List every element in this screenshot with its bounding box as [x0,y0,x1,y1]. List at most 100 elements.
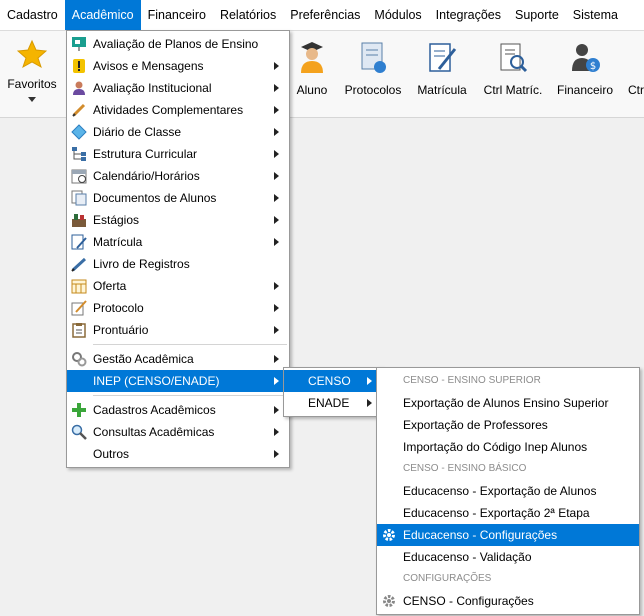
menu-item-label: ENADE [308,396,350,410]
menu-item-estrutura[interactable]: Estrutura Curricular [67,143,289,165]
financeiro-button[interactable]: $ Financeiro [552,31,618,117]
menu-item-label: Protocolo [93,301,144,315]
menu-item-exportacao-alunos-superior[interactable]: Exportação de Alunos Ensino Superior [377,392,639,414]
menu-financeiro[interactable]: Financeiro [141,0,213,30]
section-header-configuracoes: CONFIGURAÇÕES [403,573,492,584]
ctrl-matric-button[interactable]: Ctrl Matríc. [478,31,548,117]
ctrl-matric-label: Ctrl Matríc. [483,83,543,97]
menu-item-diario[interactable]: Diário de Classe [67,121,289,143]
gear-icon [381,593,397,609]
menu-item-educacenso-exportacao-alunos[interactable]: Educacenso - Exportação de Alunos [377,480,639,502]
menu-item-label: Prontuário [93,323,149,337]
menu-item-documentos[interactable]: Documentos de Alunos [67,187,289,209]
submenu-arrow-icon [367,399,372,407]
menu-item-censo-configuracoes[interactable]: CENSO - Configurações [377,590,639,612]
academico-menu: Avaliação de Planos de Ensino Avisos e M… [66,30,290,468]
matricula-label: Matrícula [417,83,467,97]
aluno-button[interactable]: Aluno [290,31,334,117]
menu-item-matricula[interactable]: Matrícula [67,231,289,253]
submenu-arrow-icon [274,282,279,290]
menu-item-label: Exportação de Alunos Ensino Superior [403,396,609,410]
hierarchy-icon [71,146,87,162]
menu-item-label: CENSO [308,374,351,388]
menu-item-educacenso-validacao[interactable]: Educacenso - Validação [377,546,639,568]
menu-preferencias[interactable]: Preferências [283,0,367,30]
menu-item-label: Consultas Acadêmicas [93,425,215,439]
financeiro-label: Financeiro [556,83,614,97]
menu-sistema[interactable]: Sistema [566,0,625,30]
submenu-arrow-icon [274,128,279,136]
menu-item-label: Avaliação Institucional [93,81,212,95]
menu-item-avisos[interactable]: Avisos e Mensagens [67,55,289,77]
menu-academico[interactable]: Acadêmico [64,0,141,30]
menu-item-label: Oferta [93,279,127,293]
menu-item-atividades[interactable]: Atividades Complementares [67,99,289,121]
calendar-icon [71,168,87,184]
menu-suporte[interactable]: Suporte [508,0,566,30]
menu-item-educacenso-exportacao-2-etapa[interactable]: Educacenso - Exportação 2ª Etapa [377,502,639,524]
menu-item-calendario[interactable]: Calendário/Horários [67,165,289,187]
menu-item-protocolo[interactable]: Protocolo [67,297,289,319]
censo-submenu: CENSO - ENSINO SUPERIOR Exportação de Al… [376,367,640,615]
protocolos-label: Protocolos [344,83,402,97]
menu-item-label: Estrutura Curricular [93,147,198,161]
gears-icon [71,351,87,367]
menu-item-enade[interactable]: ENADE [284,392,382,414]
submenu-arrow-icon [274,62,279,70]
submenu-arrow-icon [274,84,279,92]
menu-modulos[interactable]: Módulos [367,0,428,30]
menu-item-avaliacao-institucional[interactable]: Avaliação Institucional [67,77,289,99]
menu-item-importacao-codigo-inep[interactable]: Importação do Código Inep Alunos [377,436,639,458]
gear-icon [381,527,397,543]
menu-item-livro-registros[interactable]: Livro de Registros [67,253,289,275]
menu-item-label: Avisos e Mensagens [93,59,204,73]
menu-item-label: Documentos de Alunos [93,191,217,205]
menu-item-label: Exportação de Professores [403,418,548,432]
presentation-board-icon [71,36,87,52]
menu-integracoes[interactable]: Integrações [429,0,508,30]
menu-item-outros[interactable]: Outros [67,443,289,465]
finance-person-icon: $ [570,41,600,78]
submenu-arrow-icon [274,450,279,458]
favoritos-label: Favoritos [7,77,57,91]
submenu-arrow-icon [274,406,279,414]
pen-paper-icon [71,300,87,316]
submenu-arrow-icon [274,172,279,180]
menu-cadastro[interactable]: Cadastro [0,0,65,30]
clipboard-icon [71,322,87,338]
menu-item-inep[interactable]: INEP (CENSO/ENADE) [67,370,289,392]
menu-item-prontuario[interactable]: Prontuário [67,319,289,341]
menu-item-exportacao-professores[interactable]: Exportação de Professores [377,414,639,436]
favoritos-button[interactable]: Favoritos [0,31,64,117]
grid-calendar-icon [71,278,87,294]
menu-item-censo[interactable]: CENSO [284,370,382,392]
menu-item-educacenso-configuracoes[interactable]: Educacenso - Configurações [377,524,639,546]
menu-item-label: Matrícula [93,235,143,249]
edit-form-icon [71,234,87,250]
menu-item-label: Calendário/Horários [93,169,200,183]
menu-item-label: Importação do Código Inep Alunos [403,440,588,454]
menu-item-gestao[interactable]: Gestão Acadêmica [67,348,289,370]
inep-submenu: CENSO ENADE [283,367,383,417]
protocol-document-icon [358,41,388,78]
menu-item-label: Outros [93,447,130,461]
menu-item-label: Atividades Complementares [93,103,244,117]
menu-item-label: Educacenso - Exportação 2ª Etapa [403,506,590,520]
diamond-icon [71,124,87,140]
magnifier-icon [71,424,87,440]
menu-item-label: Gestão Acadêmica [93,352,194,366]
menu-item-label: Livro de Registros [93,257,190,271]
menu-item-avaliacao-planos[interactable]: Avaliação de Planos de Ensino [67,33,289,55]
menu-item-consultas-academicas[interactable]: Consultas Acadêmicas [67,421,289,443]
chevron-down-icon [28,97,36,102]
matricula-button[interactable]: Matrícula [412,31,472,117]
ctrl-partial-button[interactable]: Ctr [624,31,644,117]
submenu-arrow-icon [274,355,279,363]
submenu-arrow-icon [274,106,279,114]
menu-item-oferta[interactable]: Oferta [67,275,289,297]
search-document-icon [498,41,528,78]
protocolos-button[interactable]: Protocolos [340,31,406,117]
menu-item-cadastros-academicos[interactable]: Cadastros Acadêmicos [67,399,289,421]
menu-item-estagios[interactable]: Estágios [67,209,289,231]
menu-relatorios[interactable]: Relatórios [213,0,283,30]
